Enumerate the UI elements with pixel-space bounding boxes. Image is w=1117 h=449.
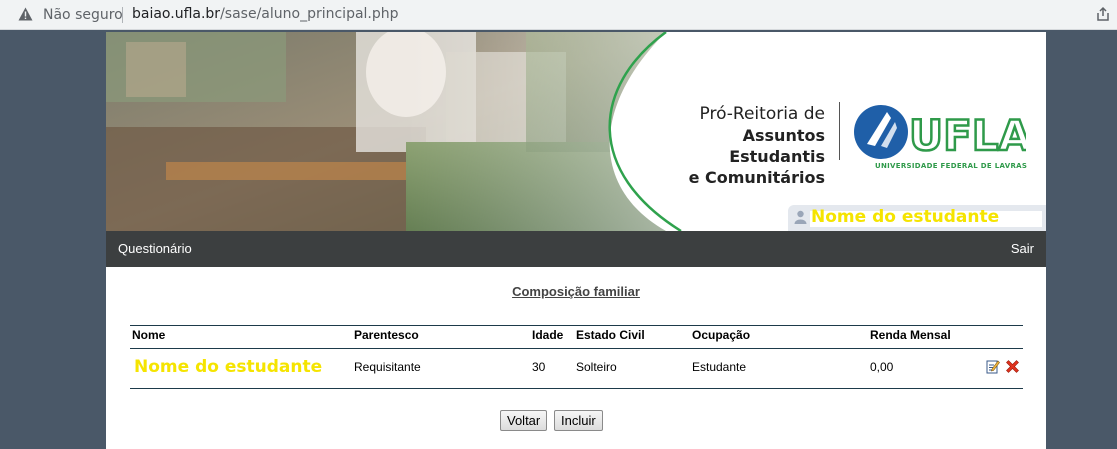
- address-divider: [122, 7, 123, 23]
- url-host: baiao.ufla.br: [132, 6, 221, 22]
- voltar-button[interactable]: Voltar: [500, 410, 548, 431]
- security-label[interactable]: Não seguro: [43, 7, 123, 23]
- ufla-subtitle: UNIVERSIDADE FEDERAL DE LAVRAS: [875, 162, 1028, 170]
- pro-reitoria-line1: Pró-Reitoria de: [699, 104, 826, 124]
- header-estado-civil: Estado Civil: [576, 328, 645, 342]
- pro-reitoria-title: Pró-Reitoria de Assuntos Estudantis e Co…: [657, 104, 825, 188]
- cell-nome: Nome do estudante: [134, 357, 323, 377]
- edit-icon[interactable]: [986, 359, 1000, 374]
- section-title: Composição familiar: [512, 284, 640, 299]
- share-icon[interactable]: [1095, 6, 1111, 22]
- table-header-border: [130, 348, 1023, 349]
- pro-reitoria-line3: e Comunitários: [688, 168, 825, 187]
- incluir-button[interactable]: Incluir: [554, 410, 603, 431]
- browser-address-bar: Não seguro baiao.ufla.br/sase/aluno_prin…: [0, 0, 1117, 30]
- table-bottom-border: [130, 388, 1023, 389]
- cell-idade: 30: [532, 360, 546, 374]
- ufla-logo-text: UFLA: [909, 111, 1026, 160]
- table-top-border: [130, 325, 1023, 326]
- delete-icon[interactable]: [1004, 358, 1021, 375]
- header-renda: Renda Mensal: [870, 328, 951, 342]
- ufla-logo: UFLA: [854, 105, 1026, 161]
- url-field[interactable]: baiao.ufla.br/sase/aluno_principal.php: [132, 6, 399, 22]
- student-name: Nome do estudante: [811, 207, 1000, 227]
- header-ocupacao: Ocupação: [692, 328, 751, 342]
- user-icon: [794, 210, 807, 224]
- page-container: Pró-Reitoria de Assuntos Estudantis e Co…: [106, 32, 1046, 449]
- student-info-box: Nome do estudante: [788, 205, 1046, 231]
- header-nome: Nome: [132, 328, 166, 342]
- menu-questionario-link[interactable]: Questionário: [118, 241, 192, 256]
- logo-divider: [839, 102, 840, 160]
- header-parentesco: Parentesco: [354, 328, 419, 342]
- menu-sair-link[interactable]: Sair: [1011, 241, 1034, 256]
- header-idade: Idade: [532, 328, 564, 342]
- cell-ocupacao: Estudante: [692, 360, 747, 374]
- cell-parentesco: Requisitante: [354, 360, 421, 374]
- cell-estado-civil: Solteiro: [576, 360, 617, 374]
- pro-reitoria-line2: Assuntos Estudantis: [729, 126, 825, 166]
- url-path: /sase/aluno_principal.php: [220, 6, 399, 22]
- header-banner: Pró-Reitoria de Assuntos Estudantis e Co…: [106, 32, 1046, 231]
- cell-renda: 0,00: [870, 360, 894, 374]
- warning-icon[interactable]: [18, 7, 33, 21]
- menu-bar: Questionário Sair: [106, 231, 1046, 267]
